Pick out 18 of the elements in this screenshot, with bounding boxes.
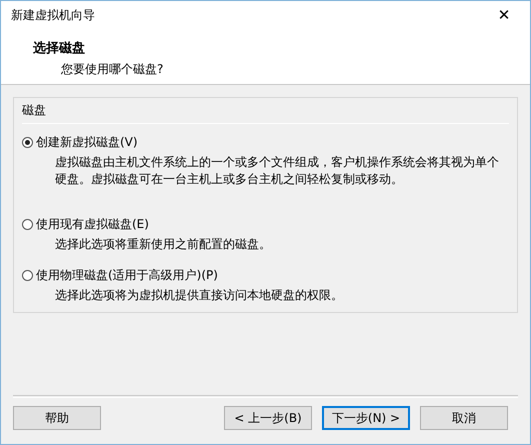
wizard-button[interactable]: < 上一步(B) [224,406,312,430]
wizard-button[interactable]: 下一步(N) > [322,406,410,430]
window-title: 新建虚拟机向导 [11,6,95,24]
option-label[interactable]: 创建新虚拟磁盘(V) [36,134,138,151]
option-description: 选择此选项将为虚拟机提供直接访问本地硬盘的权限。 [54,287,344,304]
radio-button[interactable] [22,137,33,148]
wizard-button[interactable]: 帮助 [13,406,101,430]
wizard-button[interactable]: 取消 [420,406,508,430]
page-title: 选择磁盘 [33,40,86,57]
group-label: 磁盘 [22,102,509,124]
radio-button[interactable] [22,219,33,230]
radio-button[interactable] [22,270,33,281]
close-button[interactable]: ✕ [486,3,522,27]
option-label[interactable]: 使用物理磁盘(适用于高级用户)(P) [36,267,218,284]
option-description: 选择此选项将重新使用之前配置的磁盘。 [54,236,272,253]
page-subtitle: 您要使用哪个磁盘? [60,61,164,78]
option-label[interactable]: 使用现有虚拟磁盘(E) [36,216,149,233]
option-description: 虚拟磁盘由主机文件系统上的一个或多个文件组成，客户机操作系统会将其视为单个硬盘。虚拟磁盘可在一台主机上或多台主机之间轻松复制或移动。 [54,154,500,188]
